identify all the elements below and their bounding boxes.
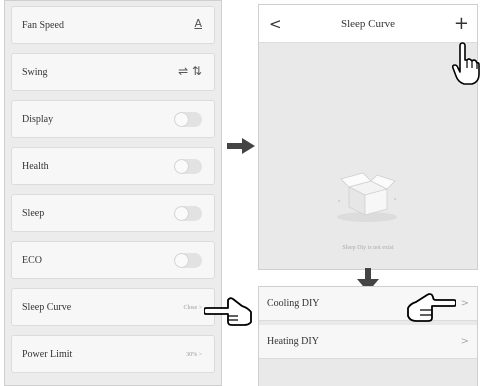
toggle-knob (175, 254, 188, 267)
eco-row: ECO (11, 241, 215, 279)
empty-box-icon (337, 172, 397, 222)
health-row: Health (11, 147, 215, 185)
pointing-hand-icon (204, 297, 252, 326)
eco-toggle[interactable] (174, 253, 202, 268)
settings-panel: Fan Speed A Swing ⇌ ⇅ Display Health Sle… (4, 0, 222, 386)
chevron-right-icon: > (460, 336, 469, 347)
heating-diy-item[interactable]: Heating DIY > (259, 325, 477, 359)
swing-label: Swing (22, 67, 48, 78)
power-limit-label: Power Limit (22, 349, 73, 360)
fan-speed-label: Fan Speed (22, 20, 64, 31)
sleep-label: Sleep (22, 208, 45, 219)
swing-row[interactable]: Swing ⇌ ⇅ (11, 53, 215, 91)
display-toggle[interactable] (174, 112, 202, 127)
sleep-toggle[interactable] (174, 206, 202, 221)
eco-label: ECO (22, 255, 42, 266)
page-title: Sleep Curve (340, 18, 396, 30)
heating-diy-label: Heating DIY (267, 336, 319, 347)
swing-icon: ⇌ ⇅ (178, 64, 202, 78)
sleep-curve-row[interactable]: Sleep Curve Close > (11, 288, 215, 326)
arrow-right-icon (227, 138, 255, 154)
cooling-diy-label: Cooling DIY (267, 298, 320, 309)
add-icon[interactable]: + (454, 5, 469, 43)
empty-state-text: Sleep Diy is not exist (342, 245, 394, 251)
power-limit-value: 30% > (186, 352, 202, 358)
sleep-curve-header: < Sleep Curve + (259, 5, 477, 43)
chevron-right-icon: > (460, 298, 469, 309)
toggle-knob (175, 113, 188, 126)
health-toggle[interactable] (174, 159, 202, 174)
pointing-hand-icon (452, 42, 480, 85)
fan-speed-icon: A (194, 17, 202, 30)
pointing-hand-icon (407, 293, 456, 322)
sleep-curve-screen: < Sleep Curve + Sleep Diy is not exist (258, 4, 478, 270)
fan-speed-row[interactable]: Fan Speed A (11, 6, 215, 44)
power-limit-row[interactable]: Power Limit 30% > (11, 335, 215, 373)
sleep-curve-label: Sleep Curve (22, 302, 72, 313)
display-row: Display (11, 100, 215, 138)
display-label: Display (22, 114, 54, 125)
sleep-curve-value: Close > (183, 305, 202, 311)
toggle-knob (175, 207, 188, 220)
health-label: Health (22, 161, 49, 172)
toggle-knob (175, 160, 188, 173)
sleep-row: Sleep (11, 194, 215, 232)
